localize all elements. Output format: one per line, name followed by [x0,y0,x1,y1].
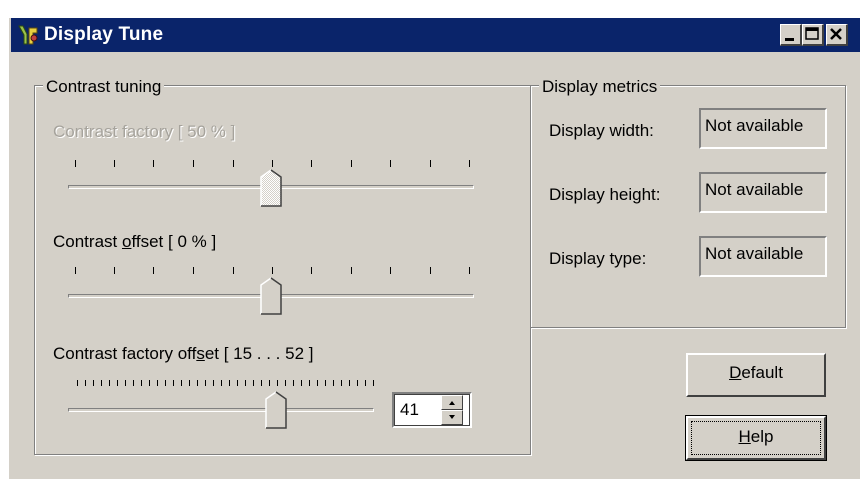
tick-mark [149,380,150,386]
contrast-tuning-label: Contrast tuning [43,77,165,97]
contrast-factory-offset-slider-thumb[interactable] [265,391,287,429]
tick-mark [261,380,262,386]
contrast-factory-label: Contrast factory [ 50 % ] [53,122,236,141]
spin-up-icon [449,401,455,405]
tick-mark [165,380,166,386]
close-button[interactable] [826,24,848,46]
tick-mark [133,380,134,386]
tick-mark [253,380,254,386]
contrast-factory-slider-thumb[interactable] [260,169,282,207]
tick-mark [301,380,302,386]
contrast-factory-offset-ticks [77,380,374,388]
maximize-icon [805,27,819,40]
tick-mark [237,380,238,386]
tick-mark [333,380,334,386]
tick-mark [325,380,326,386]
tick-mark [125,380,126,386]
contrast-factory-ticks [75,160,475,168]
tick-mark [373,380,374,386]
title-bar[interactable]: Display Tune [11,18,860,52]
display-height-label: Display height: [549,185,661,204]
tick-mark [365,380,366,386]
tick-mark [189,380,190,386]
tick-mark [213,380,214,386]
tick-mark [157,380,158,386]
display-width-label: Display width: [549,121,654,140]
spin-up-button[interactable] [441,395,463,410]
contrast-factory-offset-label: Contrast factory offset [ 15 . . . 52 ] [53,344,314,363]
tick-mark [229,380,230,386]
minimize-icon [785,38,794,41]
tick-mark [141,380,142,386]
display-height-value: Not available [699,172,827,213]
spinbox-value[interactable]: 41 [400,400,419,420]
display-type-label: Display type: [549,249,647,268]
display-tune-app-icon[interactable] [16,24,40,46]
tick-mark [205,380,206,386]
maximize-button[interactable] [802,24,824,46]
tick-mark [293,380,294,386]
display-tune-window: Display Tune Contrast tuning Contrast fa… [7,16,860,479]
contrast-factory-offset-track [68,408,374,412]
contrast-offset-slider-thumb[interactable] [260,277,282,315]
tick-mark [269,380,270,386]
tick-mark [109,380,110,386]
help-focus-rect: Help [691,421,821,455]
tick-mark [341,380,342,386]
spin-down-button[interactable] [441,410,463,425]
tick-mark [173,380,174,386]
tick-mark [285,380,286,386]
tick-mark [309,380,310,386]
tick-mark [77,380,78,386]
display-width-value: Not available [699,108,827,149]
close-icon [830,28,842,40]
window-title: Display Tune [44,24,164,45]
contrast-offset-label: Contrast offset [ 0 % ] [53,232,217,251]
tick-mark [349,380,350,386]
help-button[interactable]: Help [685,415,827,461]
display-metrics-label: Display metrics [539,77,661,97]
tick-mark [181,380,182,386]
contrast-offset-ticks [75,267,475,275]
tick-mark [221,380,222,386]
tick-mark [117,380,118,386]
minimize-button[interactable] [780,24,802,46]
tick-mark [85,380,86,386]
spin-down-icon [449,415,455,419]
tick-mark [245,380,246,386]
tick-mark [277,380,278,386]
display-type-value: Not available [699,236,827,277]
tick-mark [317,380,318,386]
tick-mark [101,380,102,386]
tick-mark [197,380,198,386]
tick-mark [357,380,358,386]
tick-mark [93,380,94,386]
default-button[interactable]: Default [686,353,826,397]
